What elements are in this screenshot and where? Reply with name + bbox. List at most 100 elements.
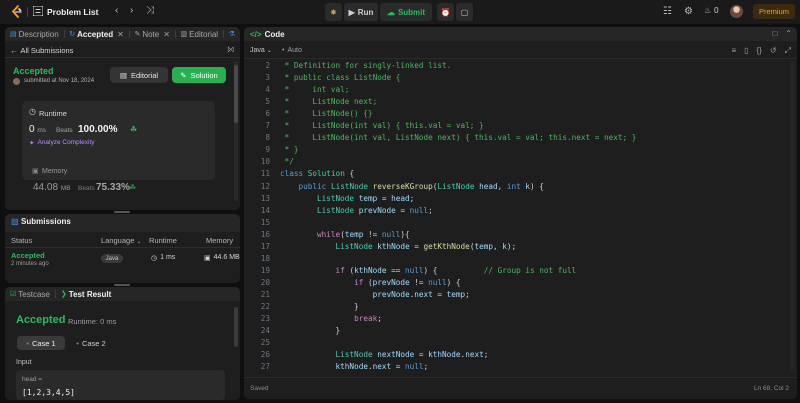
code-text: * ListNode(int val, ListNode next) { thi… [280,133,637,143]
solution-button[interactable]: ✎ Solution [172,67,226,83]
leetcode-logo-icon[interactable] [11,5,22,19]
code-line[interactable]: 4 * int val; [244,84,797,96]
code-line[interactable]: 6 * ListNode() {} [244,108,797,120]
close-icon[interactable]: ✕ [163,30,170,39]
submitted-at: submitted at Nov 18, 2024 [24,78,95,84]
chevron-left-icon[interactable]: ‹ [115,5,118,16]
streak-counter[interactable]: ♨ 0 [704,6,719,15]
tab-test-result[interactable]: ❯ Test Result [56,287,116,301]
divider [5,57,240,58]
scrollbar-thumb[interactable] [234,307,238,347]
close-icon[interactable]: ✕ [117,30,124,39]
code-line[interactable]: 24 } [244,325,797,337]
analyze-complexity-link[interactable]: ✦ Analyze Complexity [29,139,95,147]
column-language[interactable]: Language ⌄ [101,236,142,245]
code-text: ListNode kthNode = getKthNode(temp, k); [335,241,517,251]
line-number: 17 [260,241,270,251]
code-text: } [280,326,341,336]
code-line[interactable]: 5 * ListNode next; [244,96,797,108]
code-line[interactable]: 13 ListNode temp = head; [244,193,797,205]
case-1-tab[interactable]: • Case 1 [17,336,65,350]
run-label: Run [357,7,374,17]
list-icon[interactable] [33,6,43,16]
cloud-upload-icon: ☁ [386,7,395,17]
timer-button[interactable]: ⏰ [437,3,454,21]
share-link-icon[interactable]: ⨝ [228,45,234,55]
code-line[interactable]: 12 public ListNode reverseKGroup(ListNod… [244,181,797,193]
resize-handle[interactable] [114,210,130,213]
scrollbar-track[interactable] [790,61,795,371]
solution-button-label: Solution [190,70,218,80]
auto-label: Auto [287,47,302,54]
tab-editorial[interactable]: ▥ Editorial [176,27,224,41]
editor-status-bar: Saved Ln 68, Col 2 [244,377,797,399]
line-number: 8 [265,133,270,143]
code-line[interactable]: 14 ListNode prevNode = null; [244,205,797,217]
scrollbar-thumb[interactable] [234,65,238,123]
code-line[interactable]: 10 */ [244,156,797,168]
resize-handle[interactable] [114,284,130,286]
code-line[interactable]: 11 class Solution { [244,168,797,180]
code-line[interactable]: 3 * public class ListNode { [244,72,797,84]
shuffle-icon[interactable]: ⤨ [146,5,154,16]
status-dot: • [76,338,79,348]
column-language-label: Language [101,236,135,245]
code-line[interactable]: 8 * ListNode(int val, ListNode next) { t… [244,132,797,144]
all-submissions-link[interactable]: ← All Submissions [10,46,73,55]
tab-description[interactable]: ▤ Description [5,27,64,41]
braces-icon[interactable]: {} [757,46,762,56]
code-line[interactable]: 27 kthNode.next = null; [244,361,797,373]
code-line[interactable]: 17 ListNode kthNode = getKthNode(temp, k… [244,241,797,253]
line-number: 21 [260,289,270,299]
chevron-right-icon[interactable]: › [130,5,133,16]
code-line[interactable]: 9 * } [244,144,797,156]
format-lines-icon[interactable]: ≡ [731,46,736,56]
submit-button[interactable]: ☁ Submit [380,3,432,21]
code-line[interactable]: 16 while(temp != null){ [244,229,797,241]
tab-solutions[interactable]: ⚗ [224,27,240,41]
tab-note[interactable]: ✎ Note ✕ [129,27,174,41]
code-line[interactable]: 2 * Definition for singly-linked list. [244,60,797,72]
memory-beats: 75.33% [96,182,130,193]
streak-count: 0 [714,6,719,15]
row-runtime-value: 1 ms [160,254,176,261]
problem-list-link[interactable]: Problem List [47,7,98,17]
bookmark-icon[interactable]: ▯ [744,46,748,56]
reset-icon[interactable]: ↺ [770,46,777,56]
code-line[interactable]: 18 [244,253,797,265]
left-tabbar: ▤ Description ↻ Accepted ✕ ✎ Note ✕ ▥ Ed… [5,27,240,41]
code-line[interactable]: 21 prevNode.next = temp; [244,289,797,301]
line-number: 10 [260,157,270,167]
premium-button[interactable]: Premium [753,4,795,19]
notes-button[interactable]: ▢ [456,3,473,21]
editorial-button[interactable]: ▤ Editorial [110,67,168,83]
code-line[interactable]: 26 ListNode nextNode = kthNode.next; [244,349,797,361]
auto-mode-toggle[interactable]: • Auto [282,47,302,54]
code-line[interactable]: 25 [244,337,797,349]
run-button[interactable]: ▶ Run [344,3,378,21]
code-line[interactable]: 22 } [244,301,797,313]
chevron-up-icon[interactable]: ⌃ [785,29,792,38]
code-line[interactable]: 15 [244,217,797,229]
debug-button[interactable]: ✸ [325,3,342,21]
code-line[interactable]: 23 break; [244,313,797,325]
tab-accepted[interactable]: ↻ Accepted ✕ [64,27,129,41]
code-area[interactable]: 2 * Definition for singly-linked list. 3 … [244,59,797,375]
code-line[interactable]: 7 * ListNode(int val) { this.val = val; … [244,120,797,132]
tab-testcase[interactable]: ☑ Testcase [5,287,55,301]
clock-icon: ◷ [29,107,36,116]
layout-grid-icon[interactable]: ☷ [663,6,672,17]
row-status[interactable]: Accepted [11,251,45,260]
submissions-panel: ▧ Submissions Status Language ⌄ Runtime … [5,214,240,283]
code-line[interactable]: 19 if (kthNode == null) { // Group is no… [244,265,797,277]
line-number: 3 [265,73,270,83]
code-line[interactable]: 20 if (prevNode != null) { [244,277,797,289]
maximize-icon[interactable]: □ [772,29,777,38]
language-select[interactable]: Java ⌄ [250,47,272,54]
fullscreen-icon[interactable]: ⤢ [785,46,791,56]
beats-label: Beats [56,127,73,134]
gear-icon[interactable]: ⚙ [684,6,693,17]
row-runtime: ◷ 1 ms [151,254,175,262]
user-avatar[interactable] [730,5,743,18]
case-2-tab[interactable]: • Case 2 [71,336,111,350]
